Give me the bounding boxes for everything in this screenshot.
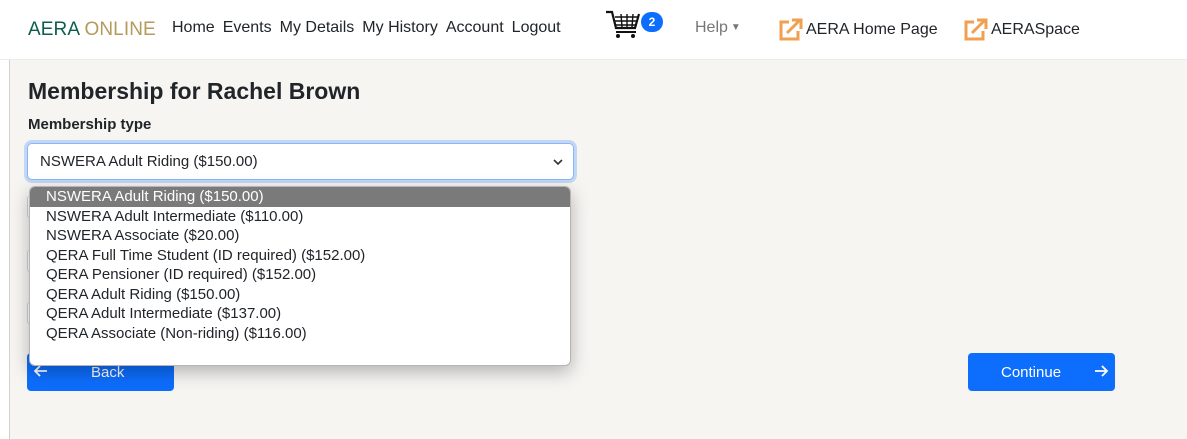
shopping-cart-icon[interactable] bbox=[605, 6, 643, 40]
select-value: NSWERA Adult Riding ($150.00) bbox=[40, 153, 258, 170]
nav-links: Home Events My Details My History Accoun… bbox=[172, 19, 569, 37]
nav-my-history[interactable]: My History bbox=[362, 19, 438, 37]
cart-count-badge: 2 bbox=[641, 12, 663, 32]
back-label: Back bbox=[91, 364, 125, 381]
caret-down-icon: ▼ bbox=[730, 22, 741, 33]
aeraspace-label: AERASpace bbox=[991, 21, 1080, 38]
option-item[interactable]: QERA Full Time Student (ID required) ($1… bbox=[30, 246, 570, 266]
brand-logo[interactable]: AERA ONLINE bbox=[28, 19, 156, 41]
nav-events[interactable]: Events bbox=[223, 19, 272, 37]
aeraspace-link[interactable]: AERASpace bbox=[963, 18, 1080, 42]
membership-type-options-list: NSWERA Adult Riding ($150.00) NSWERA Adu… bbox=[29, 186, 571, 366]
continue-button[interactable]: Continue bbox=[968, 353, 1115, 391]
option-item[interactable]: QERA Pensioner (ID required) ($152.00) bbox=[30, 265, 570, 285]
option-item[interactable]: QERA Adult Intermediate ($137.00) bbox=[30, 304, 570, 324]
brand-part-1: AERA bbox=[28, 19, 80, 40]
nav-logout[interactable]: Logout bbox=[512, 19, 561, 37]
external-link-icon bbox=[779, 18, 803, 41]
option-item[interactable]: NSWERA Adult Riding ($150.00) bbox=[30, 187, 570, 207]
page-title: Membership for Rachel Brown bbox=[28, 78, 361, 104]
aera-home-page-label: AERA Home Page bbox=[806, 21, 938, 38]
brand-part-2: ONLINE bbox=[84, 19, 156, 40]
help-dropdown[interactable]: Help ▼ bbox=[695, 19, 741, 37]
external-link-icon bbox=[964, 18, 988, 41]
option-item[interactable]: QERA Associate (Non-riding) ($116.00) bbox=[30, 324, 570, 344]
nav-home[interactable]: Home bbox=[172, 19, 215, 37]
option-item[interactable]: QERA Adult Riding ($150.00) bbox=[30, 285, 570, 305]
membership-type-label: Membership type bbox=[28, 116, 152, 133]
option-item[interactable]: NSWERA Associate ($20.00) bbox=[30, 226, 570, 246]
nav-account[interactable]: Account bbox=[446, 19, 504, 37]
membership-type-select[interactable]: NSWERA Adult Riding ($150.00) bbox=[27, 143, 574, 180]
nav-my-details[interactable]: My Details bbox=[280, 19, 355, 37]
top-navbar: AERA ONLINE Home Events My Details My Hi… bbox=[0, 0, 1187, 60]
continue-label: Continue bbox=[1001, 364, 1062, 381]
option-item[interactable]: NSWERA Adult Intermediate ($110.00) bbox=[30, 207, 570, 227]
arrow-right-icon bbox=[1095, 365, 1109, 377]
help-label: Help bbox=[695, 19, 728, 36]
chevron-down-icon bbox=[553, 159, 563, 166]
aera-home-page-link[interactable]: AERA Home Page bbox=[778, 18, 938, 42]
